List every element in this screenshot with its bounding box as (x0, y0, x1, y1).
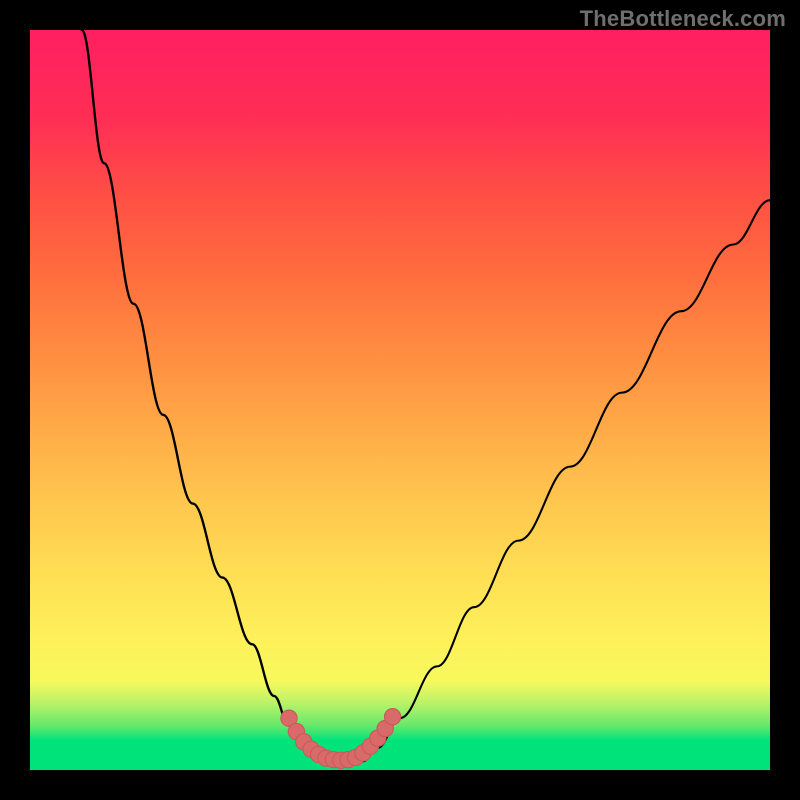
watermark-label: TheBottleneck.com (580, 6, 786, 32)
chart-frame: TheBottleneck.com (0, 0, 800, 800)
threshold-markers (281, 709, 401, 769)
plot-area (30, 30, 770, 770)
right-branch-curve (378, 200, 770, 748)
curve-group (82, 30, 770, 763)
threshold-marker (384, 709, 400, 725)
left-branch-curve (82, 30, 304, 748)
